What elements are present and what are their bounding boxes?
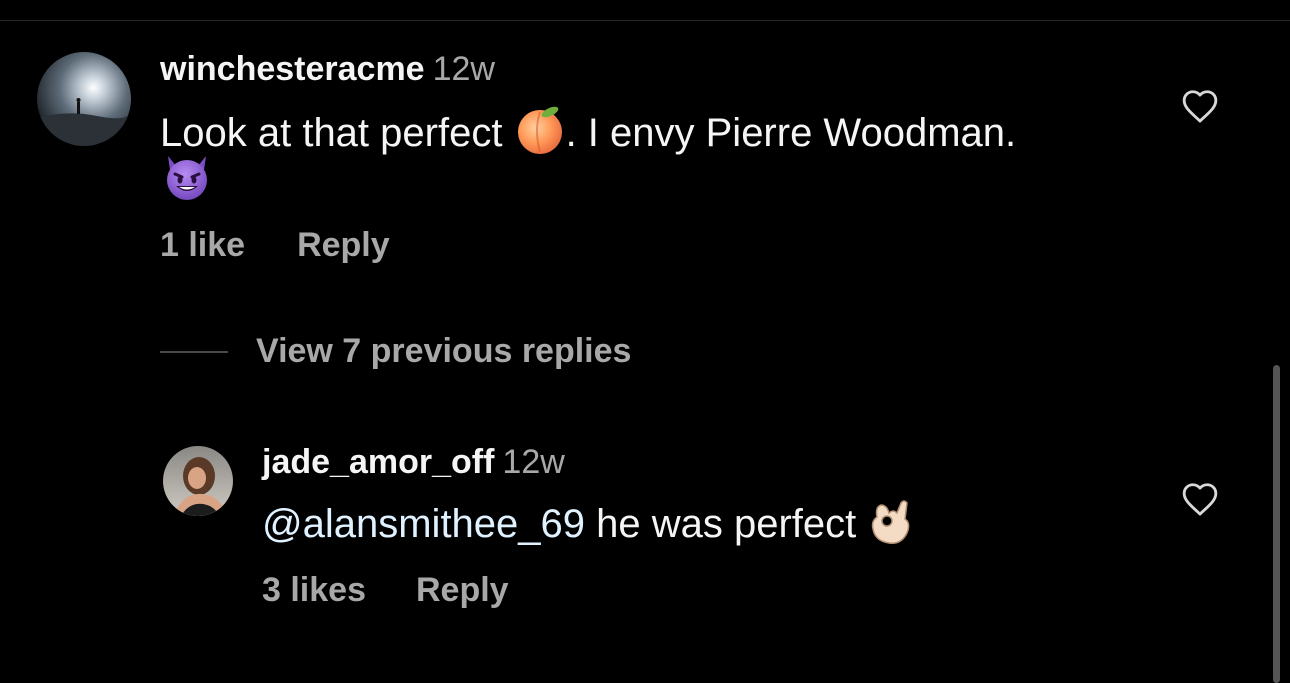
username[interactable]: winchesteracme [160,50,425,88]
reply-username[interactable]: jade_amor_off [262,443,494,481]
comment-text-part: Look at that perfect [160,111,514,155]
likes-count[interactable]: 1 like [160,226,245,265]
mention-link[interactable]: @alansmithee_69 [262,502,585,546]
comment-header: winchesteracme 12w [160,50,495,89]
reply-timestamp: 12w [502,443,565,481]
smiling-devil-emoji [160,152,214,214]
comment-text: Look at that perfect . I envy Pierre Woo… [160,104,1016,168]
reply-reply-button[interactable]: Reply [416,571,509,610]
comments-screen: winchesteracme 12w Look at that perfect .… [0,0,1290,683]
reply-text: @alansmithee_69 he was perfect [262,497,915,559]
top-divider [0,20,1290,21]
reply-button[interactable]: Reply [297,226,390,265]
heart-outline-icon[interactable] [1181,88,1219,124]
reply-actions: 3 likes Reply [262,571,509,610]
peach-emoji [514,104,566,168]
reply-avatar[interactable] [163,446,233,516]
reply-heart-outline-icon[interactable] [1181,481,1219,517]
ok-hand-emoji [867,497,915,559]
avatar[interactable] [37,52,131,146]
reply-header: jade_amor_off 12w [262,443,565,482]
replies-divider-line [160,350,228,353]
view-replies-label: View 7 previous replies [256,332,632,370]
comment-actions: 1 like Reply [160,226,390,265]
comment-text-line-2 [160,152,214,214]
view-previous-replies[interactable]: View 7 previous replies [160,332,631,371]
scrollbar[interactable] [1273,365,1280,683]
reply-likes-count[interactable]: 3 likes [262,571,366,610]
reply-text-part: he was perfect [585,502,868,546]
comment-text-part: . I envy Pierre Woodman. [565,111,1017,155]
timestamp: 12w [432,50,495,88]
